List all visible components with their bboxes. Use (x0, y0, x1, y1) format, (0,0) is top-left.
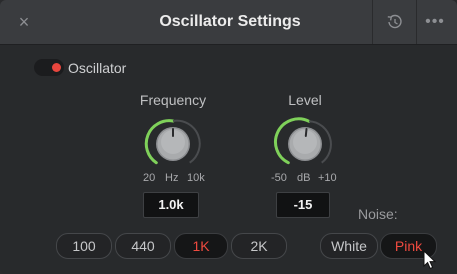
title-bar: × Oscillator Settings ••• (0, 0, 457, 45)
level-label: Level (288, 92, 322, 108)
oscillator-label: Oscillator (68, 60, 127, 76)
level-scale-min: -50 (271, 172, 287, 184)
noise-button-white[interactable]: White (320, 233, 378, 259)
oscillator-toggle[interactable] (34, 59, 64, 76)
level-scale-max: +10 (318, 172, 337, 184)
preset-button-1k[interactable]: 1K (174, 233, 228, 259)
reset-button[interactable] (383, 11, 407, 33)
frequency-label: Frequency (139, 92, 207, 108)
close-icon: × (18, 12, 30, 32)
level-knob[interactable] (269, 116, 341, 172)
preset-button-100[interactable]: 100 (56, 233, 112, 259)
frequency-knob[interactable] (137, 116, 209, 172)
reset-icon (387, 14, 402, 29)
level-scale-unit: dB (297, 172, 311, 184)
frequency-scale-unit: Hz (165, 172, 179, 184)
noise-label: Noise: (358, 206, 398, 222)
frequency-value-field[interactable]: 1.0k (143, 192, 199, 218)
close-button[interactable]: × (12, 10, 36, 34)
cursor-icon (423, 250, 437, 270)
toggle-indicator (52, 63, 61, 72)
frequency-scale-max: 10k (187, 172, 205, 184)
more-icon: ••• (425, 13, 445, 30)
titlebar-divider (416, 0, 417, 44)
frequency-scale-min: 20 (143, 172, 156, 184)
titlebar-divider (372, 0, 373, 44)
preset-button-2k[interactable]: 2K (231, 233, 287, 259)
window-title: Oscillator Settings (159, 13, 301, 30)
more-button[interactable]: ••• (420, 11, 450, 33)
oscillator-settings-window: × Oscillator Settings ••• Oscillator Fre… (0, 0, 457, 274)
level-value-field[interactable]: -15 (276, 192, 330, 218)
preset-button-440[interactable]: 440 (115, 233, 171, 259)
